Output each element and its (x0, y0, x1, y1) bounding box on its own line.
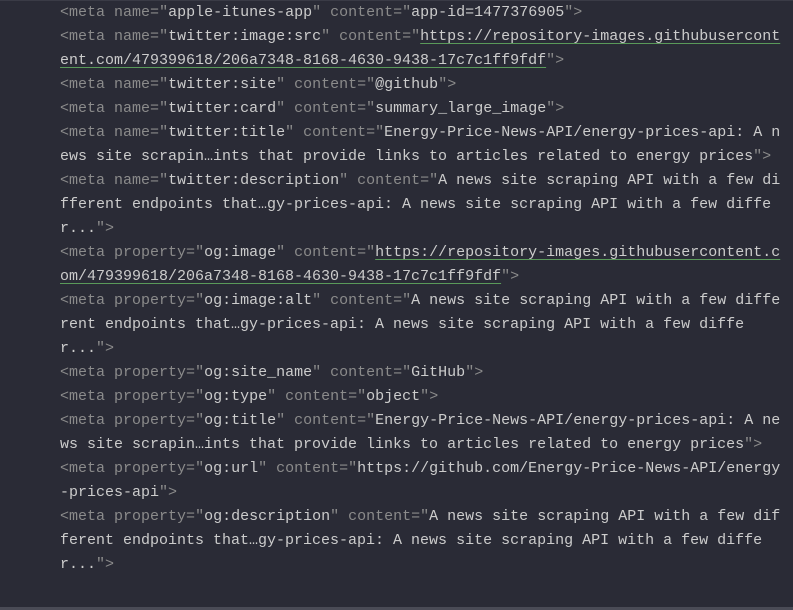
code-line: <meta property="og:image" content="https… (60, 241, 781, 289)
meta-key-value: twitter:title (168, 124, 285, 141)
meta-attr-key: property (114, 388, 186, 405)
meta-key-value: apple-itunes-app (168, 4, 312, 21)
meta-attr-key: property (114, 412, 186, 429)
meta-key-value: og:url (204, 460, 258, 477)
code-line: <meta name="twitter:description" content… (60, 169, 781, 241)
meta-content-value: @github (375, 76, 438, 93)
code-line: <meta property="og:image:alt" content="A… (60, 289, 781, 361)
code-line: <meta name="twitter:image:src" content="… (60, 25, 781, 73)
meta-attr-key: property (114, 460, 186, 477)
meta-attr-key: name (114, 124, 150, 141)
meta-attr-key: property (114, 508, 186, 525)
meta-key-value: og:type (204, 388, 267, 405)
meta-attr-key: name (114, 172, 150, 189)
code-line: <meta name="apple-itunes-app" content="a… (60, 1, 781, 25)
code-line: <meta property="og:title" content="Energ… (60, 409, 781, 457)
meta-attr-key: property (114, 292, 186, 309)
meta-attr-key: name (114, 100, 150, 117)
meta-attr-key: name (114, 76, 150, 93)
meta-attr-key: name (114, 28, 150, 45)
meta-attr-key: name (114, 4, 150, 21)
code-line: <meta property="og:description" content=… (60, 505, 781, 577)
code-line: <meta property="og:url" content="https:/… (60, 457, 781, 505)
code-line: <meta property="og:site_name" content="G… (60, 361, 781, 385)
meta-key-value: twitter:description (168, 172, 339, 189)
meta-key-value: twitter:card (168, 100, 276, 117)
meta-key-value: og:description (204, 508, 330, 525)
code-line: <meta name="twitter:site" content="@gith… (60, 73, 781, 97)
code-viewer: <meta name="apple-itunes-app" content="a… (0, 1, 793, 577)
meta-key-value: og:image (204, 244, 276, 261)
code-line: <meta name="twitter:title" content="Ener… (60, 121, 781, 169)
code-line: <meta property="og:type" content="object… (60, 385, 781, 409)
meta-attr-key: property (114, 364, 186, 381)
meta-content-value: GitHub (411, 364, 465, 381)
meta-key-value: og:site_name (204, 364, 312, 381)
meta-content-value: object (366, 388, 420, 405)
meta-key-value: twitter:site (168, 76, 276, 93)
code-line: <meta name="twitter:card" content="summa… (60, 97, 781, 121)
meta-key-value: twitter:image:src (168, 28, 321, 45)
meta-content-value: app-id=1477376905 (411, 4, 564, 21)
meta-key-value: og:title (204, 412, 276, 429)
meta-content-value: summary_large_image (375, 100, 546, 117)
meta-key-value: og:image:alt (204, 292, 312, 309)
meta-attr-key: property (114, 244, 186, 261)
